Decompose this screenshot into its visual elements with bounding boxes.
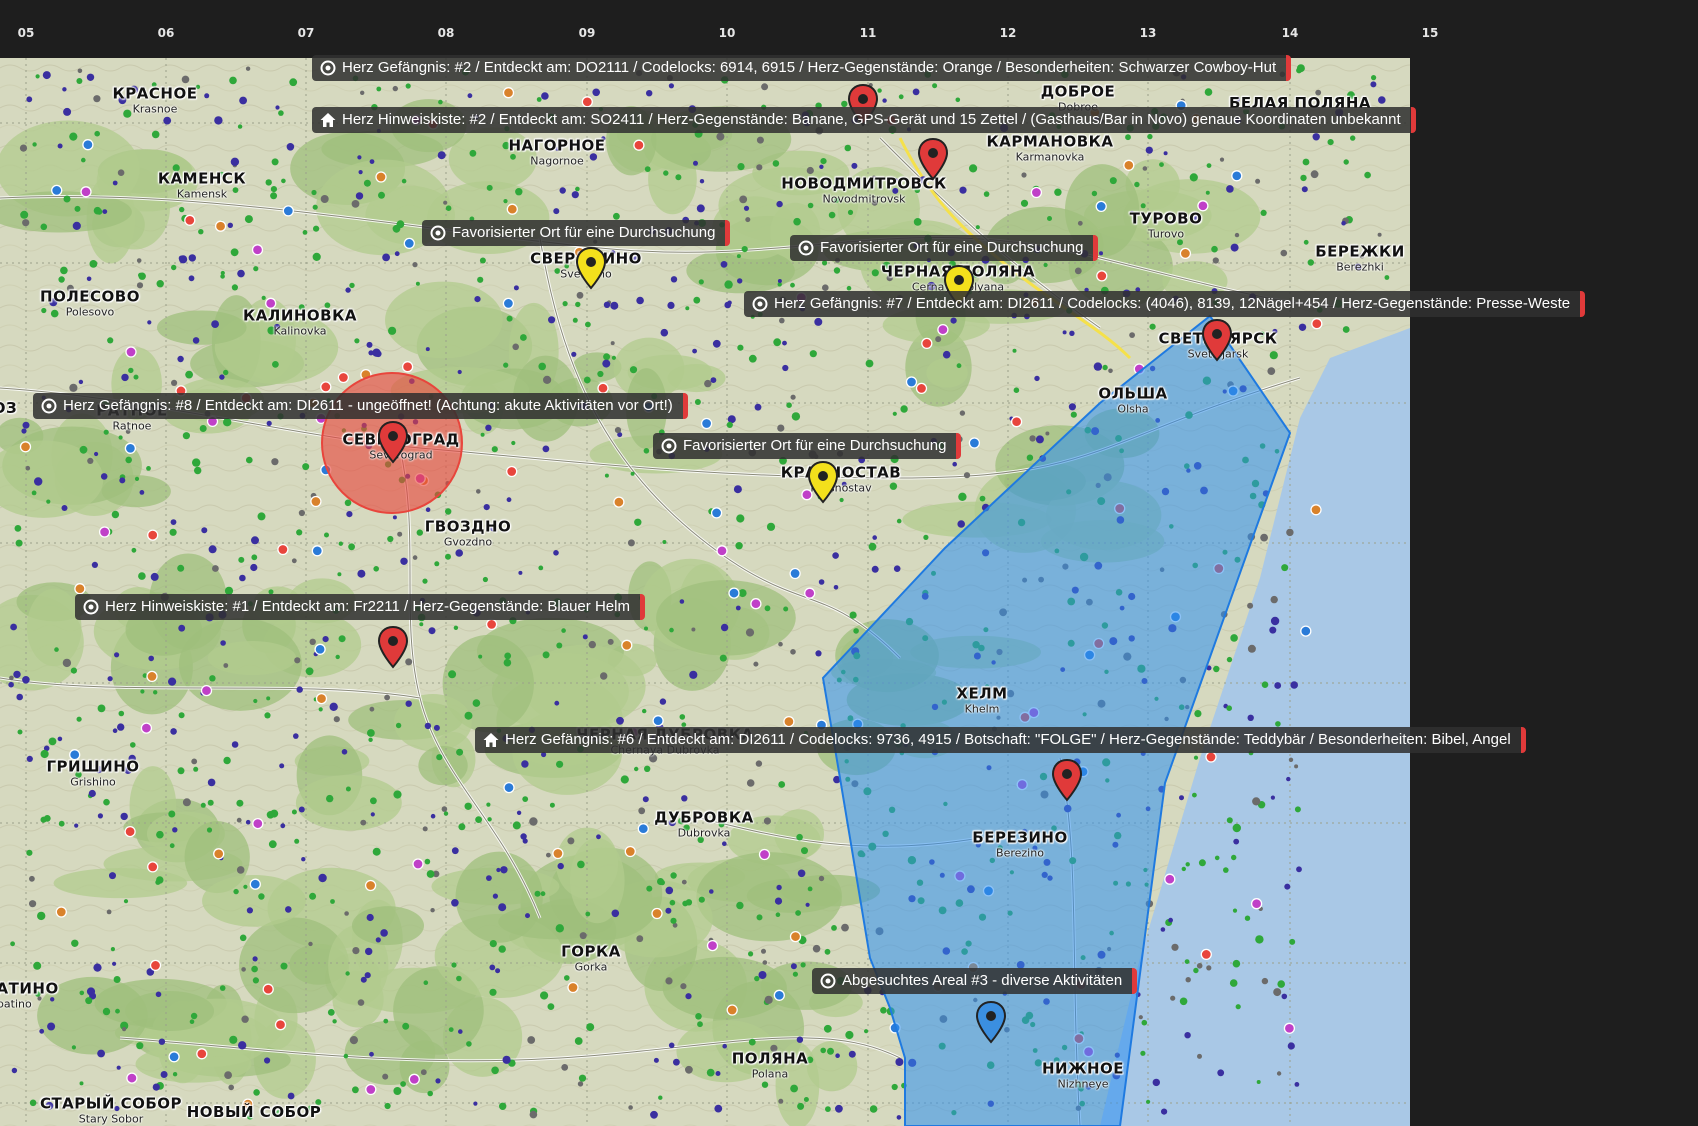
marker-label[interactable]: Herz Hinweiskiste: #1 / Entdeckt am: Fr2… [75,594,645,620]
marker-label-text: Favorisierter Ort für eine Durchsuchung [683,437,947,454]
grid-column-label: 11 [859,26,877,40]
marker-label-text: Herz Gefängnis: #8 / Entdeckt am: DI2611… [63,397,673,414]
marker-label[interactable]: Herz Hinweiskiste: #2 / Entdeckt am: SO2… [312,107,1416,133]
grid-column-label: 10 [718,26,736,40]
target-icon [661,438,677,454]
home-icon [483,733,499,747]
marker-label[interactable]: Herz Gefängnis: #6 / Entdeckt am: DI2611… [475,727,1526,753]
grid-column-label: 12 [999,26,1017,40]
target-icon [430,225,446,241]
yellow-map-pin[interactable] [574,246,608,290]
marker-label-text: Herz Gefängnis: #7 / Entdeckt am: DI2611… [774,295,1571,312]
marker-label[interactable]: Favorisierter Ort für eine Durchsuchung [422,220,731,246]
marker-label[interactable]: Herz Gefängnis: #2 / Entdeckt am: DO2111… [312,55,1292,81]
marker-label[interactable]: Favorisierter Ort für eine Durchsuchung [790,235,1099,261]
target-icon [820,973,836,989]
marker-label-text: Herz Gefängnis: #6 / Entdeckt am: DI2611… [505,731,1511,748]
marker-label-text: Herz Hinweiskiste: #2 / Entdeckt am: SO2… [342,111,1401,128]
map-canvas[interactable] [0,58,1410,1126]
red-map-pin[interactable] [1050,758,1084,802]
red-map-pin[interactable] [376,625,410,669]
grid-column-label: 05 [17,26,35,40]
target-icon [83,599,99,615]
target-icon [320,60,336,76]
marker-label[interactable]: Favorisierter Ort für eine Durchsuchung [653,433,962,459]
grid-column-label: 09 [578,26,596,40]
grid-column-label: 14 [1281,26,1299,40]
marker-label[interactable]: Herz Gefängnis: #8 / Entdeckt am: DI2611… [33,393,688,419]
red-map-pin[interactable] [916,137,950,181]
marker-label-text: Favorisierter Ort für eine Durchsuchung [820,239,1084,256]
grid-column-label: 06 [157,26,175,40]
marker-label[interactable]: Abgesuchtes Areal #3 - diverse Aktivität… [812,968,1138,994]
grid-column-label: 08 [437,26,455,40]
yellow-map-pin[interactable] [806,460,840,504]
target-icon [798,240,814,256]
grid-column-label: 15 [1421,26,1439,40]
marker-label-text: Herz Hinweiskiste: #1 / Entdeckt am: Fr2… [105,598,630,615]
target-icon [41,398,57,414]
map-viewport[interactable] [0,58,1410,1126]
side-panel-background [1410,0,1698,1126]
marker-label-text: Favorisierter Ort für eine Durchsuchung [452,224,716,241]
marker-label[interactable]: Herz Gefängnis: #7 / Entdeckt am: DI2611… [744,291,1586,317]
grid-column-label: 13 [1139,26,1157,40]
blue-map-pin[interactable] [974,1000,1008,1044]
home-icon [320,113,336,127]
marker-label-text: Herz Gefängnis: #2 / Entdeckt am: DO2111… [342,59,1277,76]
red-map-pin[interactable] [1200,318,1234,362]
marker-label-text: Abgesuchtes Areal #3 - diverse Aktivität… [842,972,1123,989]
red-map-pin[interactable] [376,420,410,464]
target-icon [752,296,768,312]
grid-column-label: 07 [297,26,315,40]
